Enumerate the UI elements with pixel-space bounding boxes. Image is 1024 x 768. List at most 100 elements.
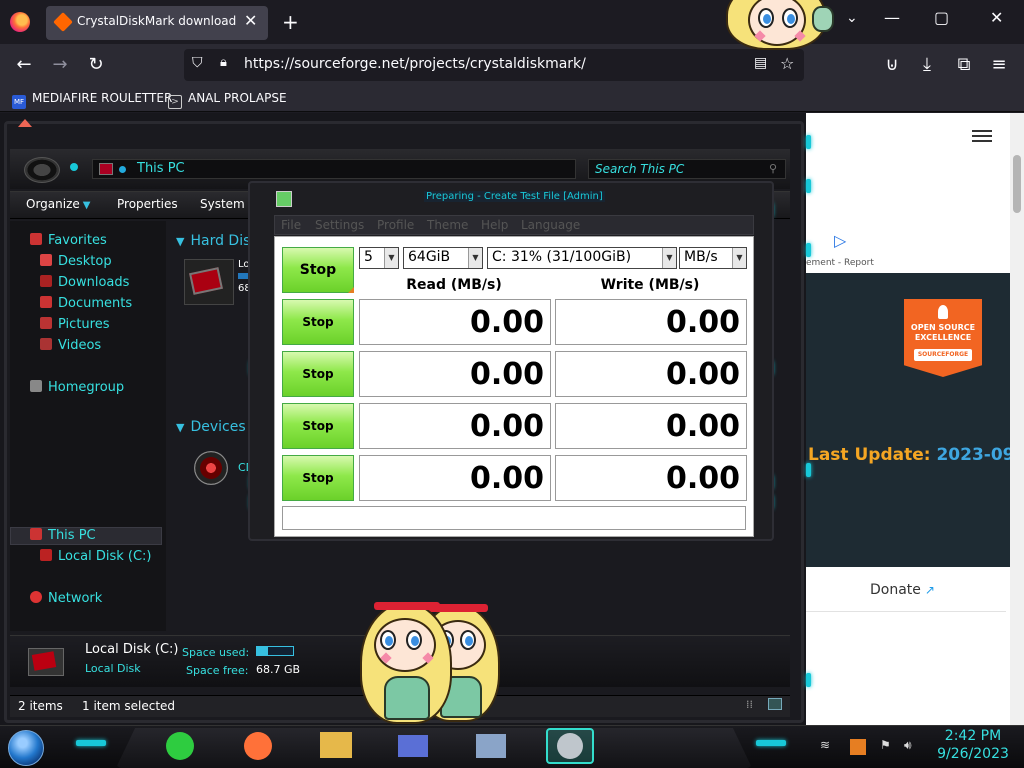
cd-drive-icon[interactable]	[194, 451, 228, 485]
taskbar-app-notes[interactable]	[166, 732, 194, 760]
address-chevron-icon[interactable]	[119, 166, 126, 173]
forward-icon[interactable]: →	[49, 54, 71, 75]
space-used-bar	[256, 646, 294, 656]
bookmark-label: ANAL PROLAPSE	[188, 91, 287, 105]
comment-field[interactable]	[282, 506, 746, 530]
window-title: Preparing - Create Test File [Admin]	[424, 191, 605, 202]
test-size-select[interactable]: 64GiB ▼	[403, 247, 483, 269]
tracking-shield-icon[interactable]: ⛉	[192, 55, 203, 71]
bookmark-second[interactable]: > ANAL PROLAPSE	[168, 91, 287, 109]
group-hard-disks[interactable]: ▼ Hard Dis	[176, 233, 250, 249]
drive-select[interactable]: C: 31% (31/100GiB) ▼	[487, 247, 677, 269]
group-label: Hard Dis	[190, 233, 251, 249]
taskbar-app-card[interactable]	[398, 732, 428, 760]
computer-icon	[30, 528, 42, 540]
menu-profile[interactable]: Profile	[377, 218, 414, 232]
donate-link[interactable]: Donate ↗	[870, 582, 935, 598]
start-button[interactable]	[8, 730, 44, 766]
nav-videos[interactable]: Videos	[40, 338, 101, 353]
extensions-icon[interactable]: ⧉	[953, 54, 975, 75]
tab-bar: CrystalDiskMark download | So ✕ + ⌄ — ▢ …	[0, 0, 1024, 44]
nav-downloads[interactable]: Downloads	[40, 275, 129, 290]
adchoices-icon[interactable]: ▷	[834, 231, 846, 250]
url-text[interactable]: https://sourceforge.net/projects/crystal…	[244, 56, 586, 72]
button-label: Stop	[302, 471, 334, 485]
downloads-icon[interactable]: ⤓	[916, 54, 938, 75]
taskbar-app-explorer[interactable]	[320, 732, 352, 760]
tab-close-icon[interactable]: ✕	[244, 11, 257, 30]
taskbar-app-monitor[interactable]	[476, 732, 506, 760]
monitor-icon	[476, 734, 506, 758]
pocket-icon[interactable]: ⊍	[881, 54, 903, 75]
firefox-icon[interactable]	[10, 12, 30, 32]
close-window-icon[interactable]: ✕	[990, 8, 1003, 27]
menu-settings[interactable]: Settings	[315, 218, 364, 232]
search-icon[interactable]: ⚲	[769, 162, 777, 175]
clock-time[interactable]: 2:42 PM	[932, 728, 1014, 744]
organize-button[interactable]: Organize ▼	[26, 197, 90, 211]
menu-theme[interactable]: Theme	[427, 218, 468, 232]
nav-network[interactable]: Network	[30, 591, 102, 606]
tray-app-icon[interactable]	[850, 739, 866, 755]
back-icon[interactable]: ←	[13, 54, 35, 75]
search-box[interactable]: Search This PC ⚲	[588, 159, 786, 179]
properties-button[interactable]: Properties	[117, 197, 178, 211]
menu-help[interactable]: Help	[481, 218, 508, 232]
search-placeholder[interactable]: Search This PC	[595, 162, 684, 176]
tab-crystaldiskmark[interactable]: CrystalDiskMark download | So ✕	[46, 6, 268, 40]
stop-row4-button[interactable]: Stop	[282, 455, 354, 501]
homegroup-icon	[30, 380, 42, 392]
details-view-icon[interactable]: ⁞⁞	[746, 698, 753, 711]
action-center-flag-icon[interactable]: ⚑	[880, 738, 891, 752]
volume-icon[interactable]: 🔊︎	[904, 738, 912, 753]
stop-row3-button[interactable]: Stop	[282, 403, 354, 449]
new-tab-button[interactable]: +	[282, 10, 299, 34]
local-disk-tile-icon[interactable]	[184, 259, 234, 305]
tray-expand-icon[interactable]: ≋	[820, 738, 830, 752]
reload-icon[interactable]: ↻	[85, 54, 107, 75]
taskbar-app-firefox[interactable]	[244, 732, 272, 760]
nav-local-disk[interactable]: Local Disk (C:)	[40, 549, 151, 564]
accent-light	[806, 135, 811, 149]
nav-label: This PC	[48, 528, 96, 543]
taskbar-app-crystaldiskmark[interactable]	[546, 728, 594, 764]
lock-icon[interactable]: 🔒︎	[220, 55, 227, 70]
unit-select[interactable]: MB/s ▼	[679, 247, 747, 269]
back-forward-orb-icon[interactable]	[24, 157, 60, 183]
tab-title: CrystalDiskMark download | So	[77, 14, 237, 28]
maximize-icon[interactable]: ▢	[934, 8, 949, 27]
nav-favorites[interactable]: Favorites	[30, 233, 107, 248]
nav-this-pc[interactable]: This PC	[30, 528, 96, 543]
page-scrollbar[interactable]	[1010, 113, 1024, 725]
list-tabs-chevron-icon[interactable]: ⌄	[846, 10, 858, 26]
menu-file[interactable]: File	[281, 218, 301, 232]
test-count-select[interactable]: 5 ▼	[359, 247, 399, 269]
large-icons-view-icon[interactable]	[768, 698, 782, 710]
site-menu-icon[interactable]	[972, 127, 992, 147]
button-label: Stop	[302, 367, 334, 381]
nav-homegroup[interactable]: Homegroup	[30, 380, 124, 395]
address-text[interactable]: This PC	[137, 161, 185, 176]
nav-desktop[interactable]: Desktop	[40, 254, 112, 269]
history-dot-icon[interactable]	[70, 163, 78, 171]
space-free-label: Space free:	[186, 664, 249, 677]
scroll-thumb[interactable]	[1013, 155, 1021, 213]
nav-pictures[interactable]: Pictures	[40, 317, 109, 332]
url-bar[interactable]: ⛉ 🔒︎ https://sourceforge.net/projects/cr…	[184, 49, 804, 81]
documents-icon	[40, 296, 52, 308]
menu-language[interactable]: Language	[521, 218, 580, 232]
bookmark-mediafire[interactable]: MF MEDIAFIRE ROULETTER	[12, 91, 172, 109]
minimize-icon[interactable]: —	[884, 8, 900, 27]
app-menu-icon[interactable]: ≡	[988, 54, 1010, 75]
nav-documents[interactable]: Documents	[40, 296, 132, 311]
group-devices[interactable]: ▼ Devices v	[176, 419, 258, 435]
organize-label: Organize	[26, 197, 80, 211]
stop-row1-button[interactable]: Stop	[282, 299, 354, 345]
stop-all-button[interactable]: Stop	[282, 247, 354, 293]
clock-date[interactable]: 9/26/2023	[932, 746, 1014, 762]
address-bar[interactable]: This PC ⌄ ↻	[92, 159, 650, 179]
ad-report-link[interactable]: ement - Report	[806, 258, 874, 268]
stop-row2-button[interactable]: Stop	[282, 351, 354, 397]
videos-icon	[40, 338, 52, 350]
crystaldiskmark-app-icon[interactable]	[276, 191, 292, 207]
